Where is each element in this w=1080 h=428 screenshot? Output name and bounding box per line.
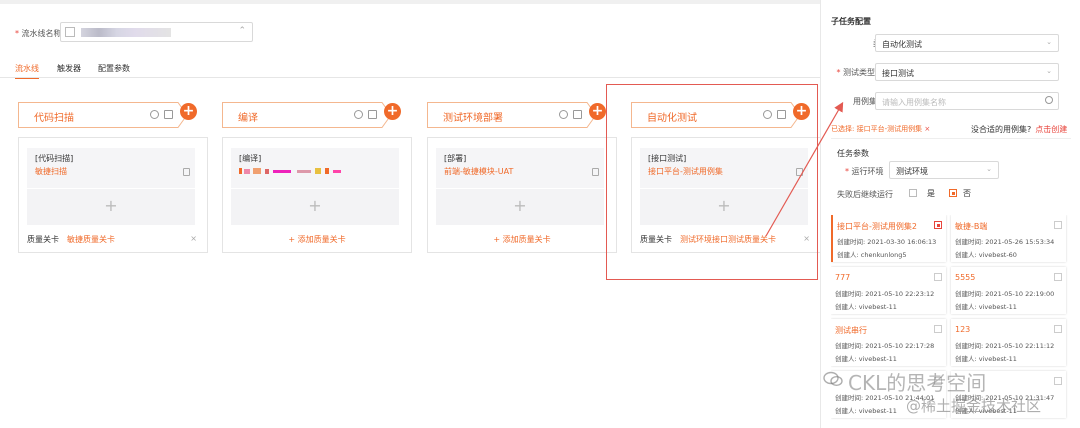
quality-gate-row: 质量关卡 敏捷质量关卡 × bbox=[27, 234, 197, 246]
chevron-down-icon: ⌄ bbox=[1046, 67, 1052, 75]
watermark-text-secondary: @稀土掘金技术社区 bbox=[906, 397, 1042, 415]
case-set-card[interactable]: 接口平台-测试用例集2 创建时间: 2021-03-30 16:06:13 创建… bbox=[831, 215, 946, 262]
add-quality-gate-link[interactable]: + 添加质量关卡 bbox=[223, 234, 411, 245]
continue-on-fail-label: 失败后继续运行 bbox=[837, 190, 893, 199]
pipeline-name-value-blurred bbox=[81, 28, 171, 37]
test-type-select[interactable]: 接口测试 ⌄ bbox=[875, 63, 1059, 81]
radio-yes[interactable] bbox=[909, 189, 917, 197]
checkbox[interactable] bbox=[934, 325, 942, 333]
radio-no[interactable] bbox=[949, 189, 957, 197]
stage-title: 代码扫描 bbox=[34, 113, 74, 124]
case-set-card[interactable]: 777 创建时间: 2021-05-10 22:23:12 创建人: viveb… bbox=[831, 267, 946, 314]
stage-title: 编译 bbox=[238, 113, 258, 124]
job-card[interactable]: [部署] 前端-敏捷模块-UAT bbox=[436, 148, 604, 188]
stage-title: 测试环境部署 bbox=[443, 113, 503, 124]
job-subtitle: 前端-敏捷模块-UAT bbox=[444, 167, 514, 176]
required-mark: * bbox=[15, 29, 19, 38]
type-select[interactable]: 自动化测试 ⌄ bbox=[875, 34, 1059, 52]
selected-case-set: 已选择: 接口平台-测试用例集 × bbox=[831, 125, 931, 133]
quality-gate-value[interactable]: 敏捷质量关卡 bbox=[67, 235, 115, 244]
close-icon[interactable]: × bbox=[190, 234, 197, 243]
tab-trigger[interactable]: 触发器 bbox=[57, 63, 81, 74]
delete-icon[interactable] bbox=[183, 168, 190, 176]
annotation-highlight-box bbox=[606, 84, 818, 280]
tab-pipeline[interactable]: 流水线 bbox=[15, 63, 39, 79]
env-select[interactable]: 测试环境 ⌄ bbox=[889, 161, 999, 179]
delete-icon[interactable] bbox=[368, 110, 377, 119]
pipeline-name-label: * 流水线名称 bbox=[15, 28, 62, 39]
clear-icon[interactable]: ⌃ bbox=[238, 26, 246, 36]
tab-divider bbox=[0, 77, 820, 78]
case-set-card[interactable]: 测试串行 创建时间: 2021-05-10 22:17:28 创建人: vive… bbox=[831, 319, 946, 366]
test-type-label: * 测试类型 bbox=[836, 68, 875, 77]
no-case-set-hint: 没合适的用例集? 点击创建 bbox=[971, 125, 1068, 134]
watermark-text: CKL的思考空间 bbox=[848, 371, 987, 395]
job-card[interactable]: [编译] bbox=[231, 148, 399, 188]
checkbox[interactable] bbox=[1054, 325, 1062, 333]
settings-icon[interactable] bbox=[559, 110, 568, 119]
job-title: [部署] bbox=[444, 154, 467, 163]
pipeline-icon bbox=[65, 27, 75, 37]
radio-yes-label: 是 bbox=[927, 189, 935, 198]
case-set-search-input[interactable]: 请输入用例集名称 bbox=[875, 92, 1059, 110]
delete-icon[interactable] bbox=[592, 168, 599, 176]
add-job-button[interactable]: + bbox=[27, 189, 195, 225]
case-set-label: 用例集 bbox=[853, 97, 877, 106]
tab-config-params[interactable]: 配置参数 bbox=[98, 63, 130, 74]
checkbox[interactable] bbox=[934, 273, 942, 281]
quality-gate-label: 质量关卡 bbox=[27, 235, 59, 244]
task-params-title: 任务参数 bbox=[837, 149, 869, 158]
checkbox[interactable] bbox=[1054, 377, 1062, 385]
add-job-button[interactable]: + bbox=[231, 189, 399, 225]
add-stage-icon[interactable]: + bbox=[384, 103, 401, 120]
job-card[interactable]: [代码扫描] 敏捷扫描 bbox=[27, 148, 195, 188]
task-params-section: 任务参数 * 运行环境 测试环境 ⌄ 失败后继续运行 是 否 bbox=[831, 138, 1071, 208]
settings-icon[interactable] bbox=[150, 110, 159, 119]
stage-card-build: [编译] + + 添加质量关卡 bbox=[222, 137, 412, 253]
type-value: 自动化测试 bbox=[882, 40, 922, 49]
checkbox[interactable] bbox=[1054, 221, 1062, 229]
add-job-button[interactable]: + bbox=[436, 189, 604, 225]
create-case-set-link[interactable]: 点击创建 bbox=[1035, 125, 1067, 134]
settings-icon[interactable] bbox=[354, 110, 363, 119]
chevron-down-icon: ⌄ bbox=[1046, 38, 1052, 46]
delete-icon[interactable] bbox=[573, 110, 582, 119]
checkbox[interactable] bbox=[1054, 273, 1062, 281]
add-stage-icon[interactable]: + bbox=[589, 103, 606, 120]
job-title: [编译] bbox=[239, 154, 262, 163]
job-subtitle-redacted bbox=[239, 168, 341, 174]
case-set-card[interactable]: 123 创建时间: 2021-05-10 22:11:12 创建人: viveb… bbox=[951, 319, 1066, 366]
job-title: [代码扫描] bbox=[35, 154, 74, 163]
stage-card-deploy: [部署] 前端-敏捷模块-UAT + + 添加质量关卡 bbox=[427, 137, 617, 253]
stage-header-deploy[interactable]: 测试环境部署 + bbox=[427, 102, 607, 128]
job-subtitle: 敏捷扫描 bbox=[35, 167, 67, 176]
stage-header-scan[interactable]: 代码扫描 + bbox=[18, 102, 198, 128]
env-value: 测试环境 bbox=[896, 167, 928, 176]
checkbox[interactable] bbox=[934, 221, 942, 229]
test-type-value: 接口测试 bbox=[882, 69, 914, 78]
case-set-card[interactable]: 敏捷-B端 创建时间: 2021-05-26 15:53:34 创建人: viv… bbox=[951, 215, 1066, 262]
env-label: * 运行环境 bbox=[845, 167, 884, 176]
case-set-placeholder: 请输入用例集名称 bbox=[882, 98, 946, 107]
pipeline-name-input[interactable]: ⌃ bbox=[60, 22, 253, 42]
wechat-logo-icon bbox=[823, 371, 843, 387]
stage-header-build[interactable]: 编译 + bbox=[222, 102, 402, 128]
chevron-down-icon: ⌄ bbox=[986, 165, 992, 173]
add-stage-icon[interactable]: + bbox=[180, 103, 197, 120]
delete-icon[interactable] bbox=[164, 110, 173, 119]
pipeline-name-label-text: 流水线名称 bbox=[21, 29, 62, 38]
subtask-config-panel: 子任务配置 类型 自动化测试 ⌄ * 测试类型 接口测试 ⌄ 用例集 请输入用例… bbox=[820, 0, 1080, 428]
stage-card-scan: [代码扫描] 敏捷扫描 + 质量关卡 敏捷质量关卡 × bbox=[18, 137, 208, 253]
add-quality-gate-link[interactable]: + 添加质量关卡 bbox=[428, 234, 616, 245]
search-icon[interactable] bbox=[1045, 96, 1053, 104]
radio-no-label: 否 bbox=[963, 189, 971, 198]
case-set-card[interactable]: 5555 创建时间: 2021-05-10 22:19:00 创建人: vive… bbox=[951, 267, 1066, 314]
panel-title: 子任务配置 bbox=[831, 17, 871, 26]
